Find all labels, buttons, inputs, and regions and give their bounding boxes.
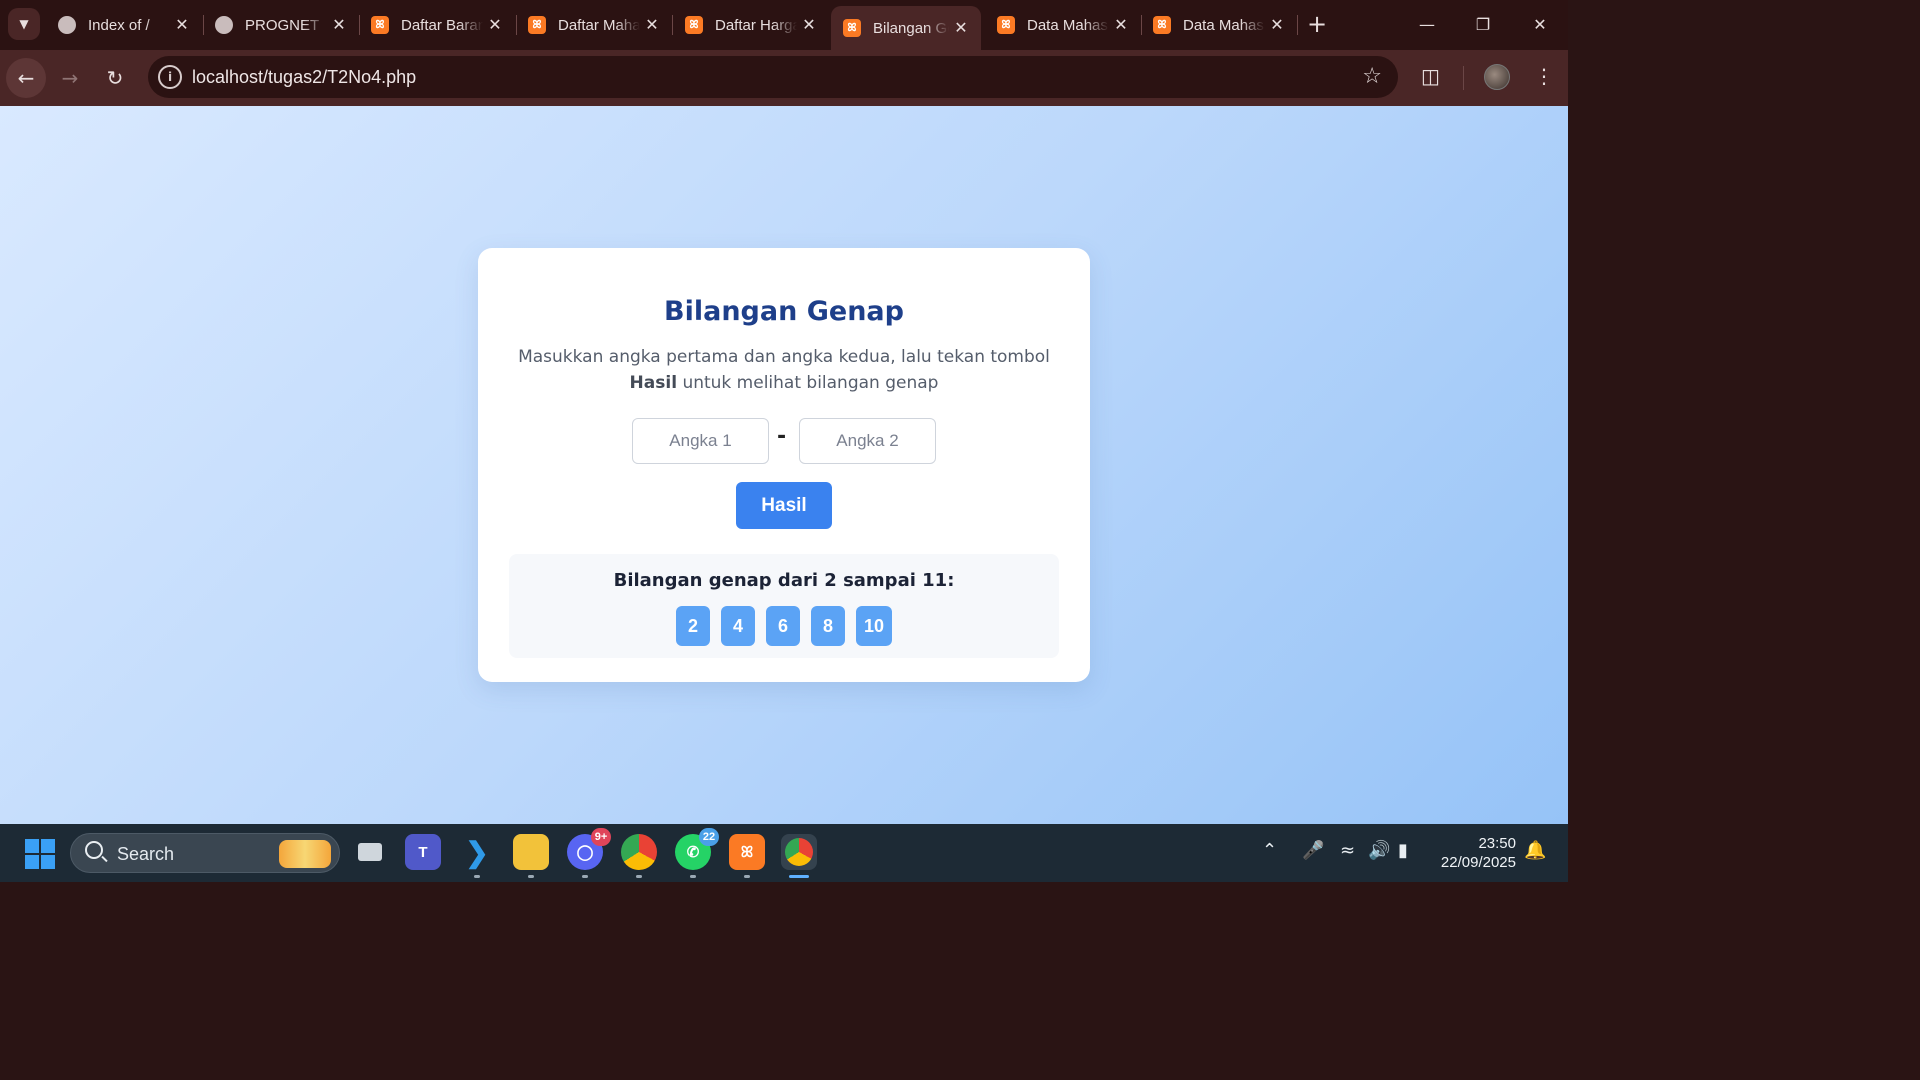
close-icon[interactable]: ✕ (170, 15, 194, 35)
page-description: Masukkan angka pertama dan angka kedua, … (508, 344, 1060, 396)
close-icon[interactable]: ✕ (640, 15, 664, 35)
chrome-profile-icon[interactable] (781, 834, 817, 878)
tab-daftar-mahasiswa[interactable]: ꕤ Daftar Mahasiswa ✕ (516, 8, 672, 42)
new-tab-plus-icon[interactable]: + (1304, 12, 1330, 38)
volume-icon[interactable]: 🔊 (1368, 840, 1390, 861)
number-inputs: - (478, 418, 1090, 464)
result-panel: Bilangan genap dari 2 sampai 11: 2 4 6 8… (509, 554, 1059, 658)
xampp-icon: ꕤ (528, 16, 546, 34)
tab-title: Data Mahasiswa (1027, 16, 1109, 34)
teams-icon[interactable]: T (405, 834, 441, 870)
globe-icon (215, 16, 233, 34)
restore-icon[interactable]: ❐ (1463, 10, 1503, 40)
chevron-up-icon[interactable]: ⌃ (1262, 840, 1277, 861)
tab-title: PROGNET (245, 16, 320, 34)
microphone-icon[interactable]: 🎤 (1302, 840, 1324, 861)
tab-daftar-harga[interactable]: ꕤ Daftar Harga ✕ (673, 8, 829, 42)
even-number-chip: 2 (675, 606, 710, 646)
window-close-icon[interactable]: ✕ (1520, 10, 1560, 40)
tab-title: Daftar Harga (715, 16, 797, 34)
even-number-chip: 4 (720, 606, 755, 646)
even-number-chip: 8 (810, 606, 845, 646)
tab-data-mahasiswa-2[interactable]: ꕤ Data Mahasiswa ✕ (1141, 8, 1297, 42)
search-label: Search (117, 844, 175, 864)
close-icon[interactable]: ✕ (1265, 15, 1289, 35)
file-explorer-icon[interactable] (513, 834, 549, 878)
site-info-icon[interactable]: i (158, 65, 182, 89)
result-title: Bilangan genap dari 2 sampai 11: (613, 570, 955, 591)
tab-title: Data Mahasiswa (1183, 16, 1265, 34)
tab-title: Bilangan Genap (873, 19, 949, 37)
xampp-icon: ꕤ (843, 19, 861, 37)
system-clock[interactable]: 23:50 22/09/2025 (1420, 834, 1516, 872)
result-numbers: 2 4 6 8 10 (509, 606, 1059, 646)
bookmark-star-icon[interactable]: ☆ (1362, 64, 1382, 89)
hasil-button[interactable]: Hasil (736, 482, 832, 529)
globe-icon (58, 16, 76, 34)
clock-time: 23:50 (1478, 835, 1516, 852)
tab-title: Index of / (88, 16, 150, 34)
description-text: Masukkan angka pertama dan angka kedua, … (518, 347, 1050, 367)
reload-icon[interactable]: ↻ (95, 58, 135, 98)
description-text-2: untuk melihat bilangan genap (682, 373, 939, 393)
xampp-icon: ꕤ (685, 16, 703, 34)
tab-title: Daftar Barang (401, 16, 483, 34)
page-background: Bilangan Genap Masukkan angka pertama da… (0, 106, 1568, 824)
tab-bilangan-genap[interactable]: ꕤ Bilangan Genap ✕ (831, 6, 981, 50)
whatsapp-icon[interactable]: ✆ 22 (675, 828, 719, 878)
windows-start-icon[interactable] (25, 839, 55, 869)
minimize-icon[interactable]: — (1407, 10, 1447, 40)
xampp-icon: ꕤ (997, 16, 1015, 34)
tab-search-chevron-icon[interactable]: ▼ (8, 8, 40, 40)
discord-badge: 9+ (591, 828, 611, 846)
close-icon[interactable]: ✕ (797, 15, 821, 35)
xampp-icon: ꕤ (1153, 16, 1171, 34)
page-title: Bilangan Genap (664, 296, 904, 327)
browser-tab-bar: ▼ Index of / ✕ PROGNET ✕ ꕤ Daftar Barang… (0, 0, 1568, 50)
forward-arrow-icon[interactable]: → (50, 58, 90, 98)
back-arrow-icon[interactable]: ← (6, 58, 46, 98)
tab-index-of[interactable]: Index of / ✕ (46, 8, 202, 42)
notification-bell-icon[interactable]: 🔔 (1524, 840, 1546, 861)
tab-title: Daftar Mahasiswa (558, 16, 640, 34)
vscode-icon[interactable]: ❯ (459, 834, 495, 878)
xampp-icon: ꕤ (371, 16, 389, 34)
tab-prognet[interactable]: PROGNET ✕ (203, 8, 359, 42)
even-number-chip: 6 (765, 606, 800, 646)
whatsapp-badge: 22 (699, 828, 719, 846)
discord-icon[interactable]: ◯ 9+ (567, 828, 611, 878)
form-card: Bilangan Genap Masukkan angka pertama da… (478, 248, 1090, 682)
search-icon (85, 841, 103, 859)
battery-icon[interactable]: ▮ (1398, 840, 1408, 861)
address-bar[interactable]: i localhost/tugas2/T2No4.php ☆ (148, 56, 1398, 98)
range-separator: - (777, 424, 787, 449)
close-icon[interactable]: ✕ (483, 15, 507, 35)
browser-toolbar: ← → ↻ i localhost/tugas2/T2No4.php ☆ ◫ ⋮ (0, 50, 1568, 106)
chrome-icon[interactable] (621, 834, 657, 878)
menu-kebab-icon[interactable]: ⋮ (1534, 64, 1554, 88)
close-icon[interactable]: ✕ (949, 18, 973, 38)
angka-2-input[interactable] (799, 418, 936, 464)
profile-avatar[interactable] (1484, 64, 1510, 90)
angka-1-input[interactable] (632, 418, 769, 464)
clock-date: 22/09/2025 (1440, 854, 1516, 871)
close-icon[interactable]: ✕ (327, 15, 351, 35)
url-text[interactable]: localhost/tugas2/T2No4.php (192, 67, 416, 88)
task-view-icon[interactable] (352, 834, 388, 870)
even-number-chip: 10 (855, 606, 893, 646)
xampp-icon[interactable]: ꕤ (729, 834, 765, 878)
tab-data-mahasiswa-1[interactable]: ꕤ Data Mahasiswa ✕ (985, 8, 1141, 42)
windows-taskbar: Search T ❯ ◯ 9+ ✆ 22 ꕤ ⌃ 🎤 ≈ 🔊 ▮ 23:50 2… (0, 824, 1568, 882)
taskbar-search[interactable]: Search (70, 833, 340, 873)
extensions-puzzle-icon[interactable]: ◫ (1421, 64, 1440, 88)
close-icon[interactable]: ✕ (1109, 15, 1133, 35)
search-highlight-image (279, 840, 331, 868)
wifi-icon[interactable]: ≈ (1340, 840, 1355, 861)
description-bold: Hasil (629, 373, 678, 393)
tab-daftar-barang[interactable]: ꕤ Daftar Barang ✕ (359, 8, 515, 42)
